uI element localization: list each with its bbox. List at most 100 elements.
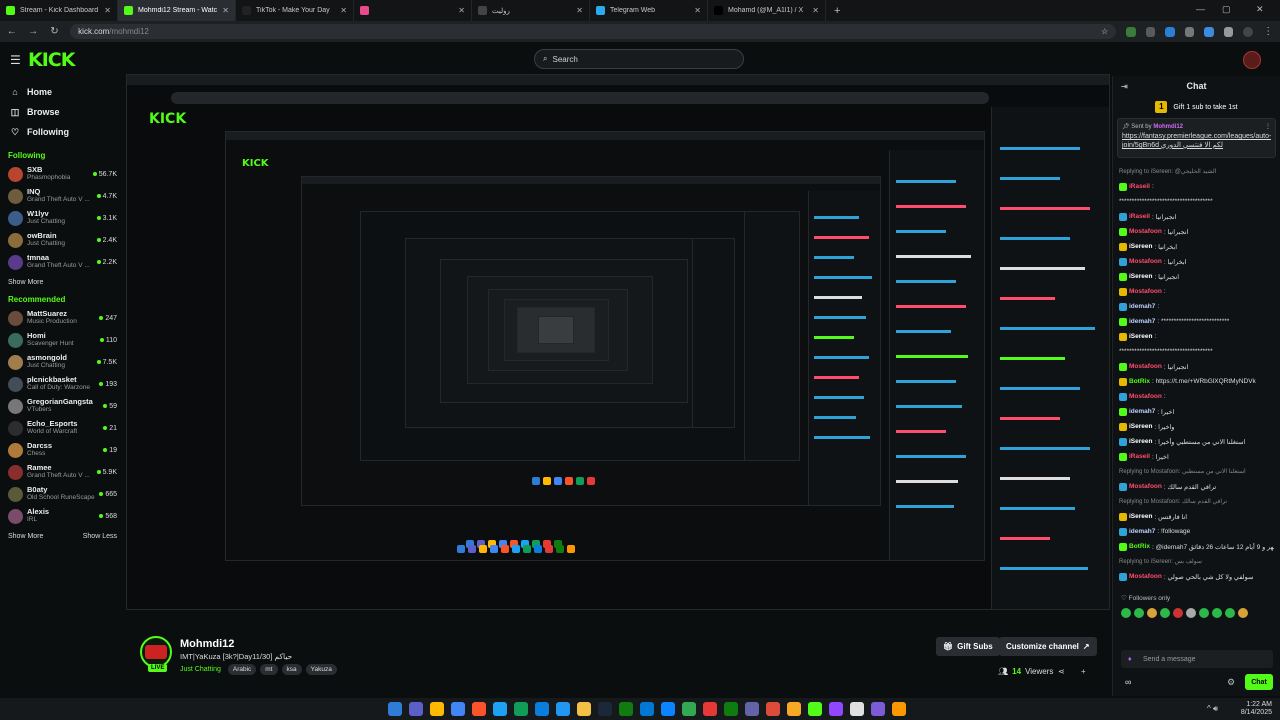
taskbar-app-icon[interactable] bbox=[493, 702, 507, 716]
sidebar-channel[interactable]: Darcss Chess 19 bbox=[8, 439, 117, 461]
chat-username[interactable]: Mostafoon bbox=[1129, 573, 1162, 580]
pinned-by-user[interactable]: Mohmdi12 bbox=[1153, 124, 1183, 130]
chat-username[interactable]: Mostafoon bbox=[1129, 483, 1162, 490]
chat-message[interactable]: iRaseil: انجبرانيا bbox=[1119, 209, 1274, 224]
reload-icon[interactable]: ↻ bbox=[49, 26, 60, 37]
chat-username[interactable]: iSereen bbox=[1129, 438, 1153, 445]
taskbar-app-icon[interactable] bbox=[808, 702, 822, 716]
show-more-button[interactable]: Show More bbox=[8, 279, 43, 286]
system-clock[interactable]: 1:22 AM 8/14/2025 bbox=[1241, 701, 1272, 717]
close-tab-icon[interactable]: ✕ bbox=[694, 6, 701, 15]
taskbar-app-icon[interactable] bbox=[598, 702, 612, 716]
emote-icon[interactable] bbox=[1199, 608, 1209, 618]
chat-message[interactable]: Mostafoon: انجبرانيا bbox=[1119, 224, 1274, 239]
taskbar-app-icon[interactable] bbox=[535, 702, 549, 716]
close-tab-icon[interactable]: ✕ bbox=[576, 6, 583, 15]
browser-menu-icon[interactable]: ⋮ bbox=[1263, 26, 1274, 37]
extension-icon[interactable] bbox=[1184, 26, 1195, 37]
sidebar-channel[interactable]: Homi Scavenger Hunt 110 bbox=[8, 329, 117, 351]
chat-message[interactable]: Mostafoon: bbox=[1119, 389, 1274, 404]
chat-message[interactable]: idemah7: اخيرا bbox=[1119, 404, 1274, 419]
taskbar-app-icon[interactable] bbox=[409, 702, 423, 716]
browser-tab[interactable]: Stream - Kick Dashboard ✕ bbox=[0, 0, 118, 21]
chat-username[interactable]: Mostafoon bbox=[1129, 258, 1162, 265]
tag[interactable]: Yakuza bbox=[305, 664, 337, 675]
taskbar-app-icon[interactable] bbox=[724, 702, 738, 716]
send-chat-button[interactable]: Chat bbox=[1245, 674, 1273, 690]
gift-banner[interactable]: 1 Gift 1 sub to take 1st bbox=[1113, 96, 1280, 118]
channel-name[interactable]: Mohmdi12 bbox=[180, 638, 234, 650]
close-tab-icon[interactable]: ✕ bbox=[104, 6, 111, 15]
sidebar-channel[interactable]: tmnaa Grand Theft Auto V ... 2.2K bbox=[8, 251, 117, 273]
close-tab-icon[interactable]: ✕ bbox=[222, 6, 229, 15]
browser-tab[interactable]: Telegram Web ✕ bbox=[590, 0, 708, 21]
minimize-icon[interactable]: — bbox=[1196, 4, 1205, 14]
chat-message[interactable]: Replying to iSereen: @الشيد الخليجي bbox=[1119, 164, 1274, 179]
taskbar-app-icon[interactable] bbox=[640, 702, 654, 716]
chat-message[interactable]: Mostafoon: سولفي ولا كل شي بالحي صولي bbox=[1119, 569, 1274, 584]
collapse-chat-icon[interactable]: ⇥ bbox=[1121, 82, 1128, 91]
chat-username[interactable]: idemah7 bbox=[1129, 303, 1155, 310]
extension-icon[interactable] bbox=[1204, 26, 1214, 37]
chat-message[interactable]: Mostafoon: bbox=[1119, 284, 1274, 299]
windows-start-icon[interactable] bbox=[388, 702, 402, 716]
taskbar-app-icon[interactable] bbox=[556, 702, 570, 716]
taskbar-app-icon[interactable] bbox=[745, 702, 759, 716]
tag[interactable]: ksa bbox=[281, 664, 302, 675]
emote-icon[interactable] bbox=[1121, 608, 1131, 618]
chat-username[interactable]: iSereen bbox=[1129, 273, 1153, 280]
chat-tools-icon[interactable]: ∞ bbox=[1125, 677, 1131, 687]
chat-message[interactable]: idemah7: *************************** bbox=[1119, 314, 1274, 329]
close-tab-icon[interactable]: ✕ bbox=[812, 6, 819, 15]
taskbar-app-icon[interactable] bbox=[619, 702, 633, 716]
gear-icon[interactable]: ⚙ bbox=[1227, 677, 1235, 688]
show-more-button[interactable]: Show More bbox=[8, 533, 43, 540]
sidebar-channel[interactable]: Alexis IRL 568 bbox=[8, 505, 117, 527]
sidebar-channel[interactable]: owBrain Just Chatting 2.4K bbox=[8, 229, 117, 251]
sidebar-channel[interactable]: SXB Phasmophobia 56.7K bbox=[8, 163, 117, 185]
browser-tab[interactable]: TikTok - Make Your Day ✕ bbox=[236, 0, 354, 21]
forward-icon[interactable]: → bbox=[27, 26, 38, 37]
taskbar-app-icon[interactable] bbox=[472, 702, 486, 716]
emote-icon[interactable] bbox=[1186, 608, 1196, 618]
chat-message[interactable]: iSereen: bbox=[1119, 329, 1274, 344]
chat-username[interactable]: iRaseil bbox=[1129, 183, 1150, 190]
browser-tab[interactable]: ✕ bbox=[354, 0, 472, 21]
profile-avatar[interactable] bbox=[1243, 26, 1253, 37]
chat-message[interactable]: Replying to Mostafoon: ترافي القدم سالك bbox=[1119, 494, 1274, 509]
emote-icon[interactable] bbox=[1173, 608, 1183, 618]
chat-username[interactable]: Mostafoon bbox=[1129, 288, 1162, 295]
taskbar-app-icon[interactable] bbox=[829, 702, 843, 716]
taskbar-app-icon[interactable] bbox=[661, 702, 675, 716]
taskbar-app-icon[interactable] bbox=[850, 702, 864, 716]
chat-username[interactable]: BotRix bbox=[1129, 378, 1150, 385]
taskbar-app-icon[interactable] bbox=[871, 702, 885, 716]
maximize-icon[interactable]: ▢ bbox=[1222, 4, 1231, 15]
sidebar-channel[interactable]: B0aty Old School RuneScape 665 bbox=[8, 483, 117, 505]
chat-message[interactable]: ************************************* bbox=[1119, 194, 1274, 209]
chat-username[interactable]: idemah7 bbox=[1129, 528, 1155, 535]
customize-channel-button[interactable]: Customize channel ↗ bbox=[999, 637, 1097, 656]
taskbar-app-icon[interactable] bbox=[577, 702, 591, 716]
chat-message[interactable]: iSereen: واخيرا bbox=[1119, 419, 1274, 434]
taskbar-app-icon[interactable] bbox=[892, 702, 906, 716]
sidebar-channel[interactable]: plcnickbasket Call of Duty: Warzone 193 bbox=[8, 373, 117, 395]
chat-username[interactable]: BotRix bbox=[1129, 543, 1150, 550]
chat-username[interactable]: iSereen bbox=[1129, 423, 1153, 430]
search-input[interactable]: ⌕ Search bbox=[534, 49, 744, 69]
chat-message-input[interactable]: ♦ Send a message bbox=[1121, 650, 1273, 668]
sidebar-channel[interactable]: W1lyv Just Chatting 3.1K bbox=[8, 207, 117, 229]
close-tab-icon[interactable]: ✕ bbox=[340, 6, 347, 15]
chat-username[interactable]: idemah7 bbox=[1129, 318, 1155, 325]
chat-message[interactable]: idemah7: bbox=[1119, 299, 1274, 314]
chat-message[interactable]: Mostafoon: ابخرانيا bbox=[1119, 254, 1274, 269]
chat-username[interactable]: iSereen bbox=[1129, 243, 1153, 250]
taskbar-app-icon[interactable] bbox=[682, 702, 696, 716]
chat-username[interactable]: iRaseil bbox=[1129, 213, 1150, 220]
emote-icon[interactable] bbox=[1160, 608, 1170, 618]
sidebar-channel[interactable]: INQ Grand Theft Auto V ... 4.7K bbox=[8, 185, 117, 207]
pinned-more-icon[interactable]: ⋮ bbox=[1265, 123, 1271, 130]
sidebar-channel[interactable]: asmongold Just Chatting 7.5K bbox=[8, 351, 117, 373]
url-field[interactable]: kick.com/mohmdi12 ☆ bbox=[70, 24, 1117, 39]
chat-message[interactable]: Mostafoon: ترافي القدم سالك bbox=[1119, 479, 1274, 494]
